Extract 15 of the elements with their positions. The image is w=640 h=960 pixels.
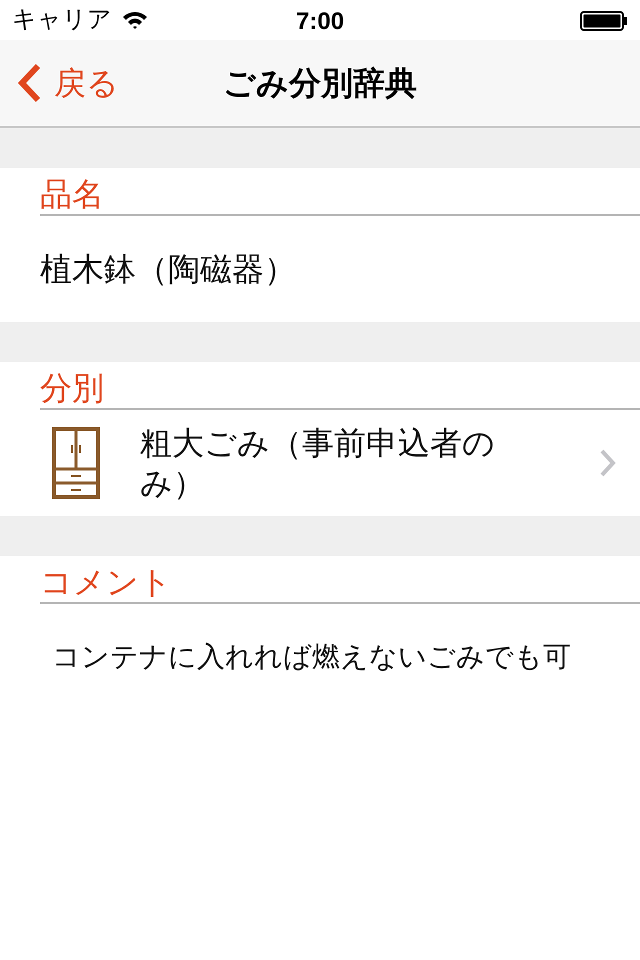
wifi-icon (122, 10, 148, 30)
battery-icon (580, 11, 628, 31)
back-chevron-icon (16, 63, 42, 103)
chevron-icon (600, 449, 616, 477)
clock-time: 7:00 (296, 7, 344, 37)
section-header: 品名 (40, 175, 104, 214)
cabinet-icon (52, 427, 100, 499)
carrier-name: キャリア (12, 5, 112, 35)
section-header: 分別 (40, 369, 104, 408)
screen-title: ごみ分別辞典 (223, 64, 417, 103)
item-name: 植木鉢（陶磁器） (40, 250, 296, 289)
back-button[interactable]: 戻る (16, 59, 119, 107)
category-row[interactable]: 粗大ごみ（事前申込者のみ） (0, 410, 640, 516)
comment-text: コンテナに入れれば燃えないごみでも可 (52, 641, 571, 672)
section-header: コメント (40, 563, 172, 602)
